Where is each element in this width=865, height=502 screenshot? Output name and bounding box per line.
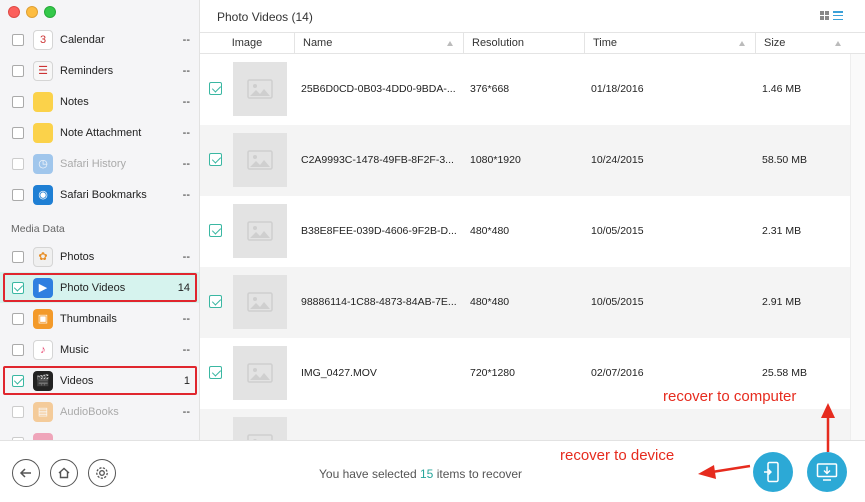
- arrow-left-annotation: [698, 464, 751, 479]
- minimize-window-button[interactable]: [26, 6, 38, 18]
- annotation-arrows: [698, 403, 835, 479]
- maximize-window-button[interactable]: [44, 6, 56, 18]
- window-controls: [8, 6, 56, 18]
- arrow-up-annotation: [821, 403, 835, 452]
- close-window-button[interactable]: [8, 6, 20, 18]
